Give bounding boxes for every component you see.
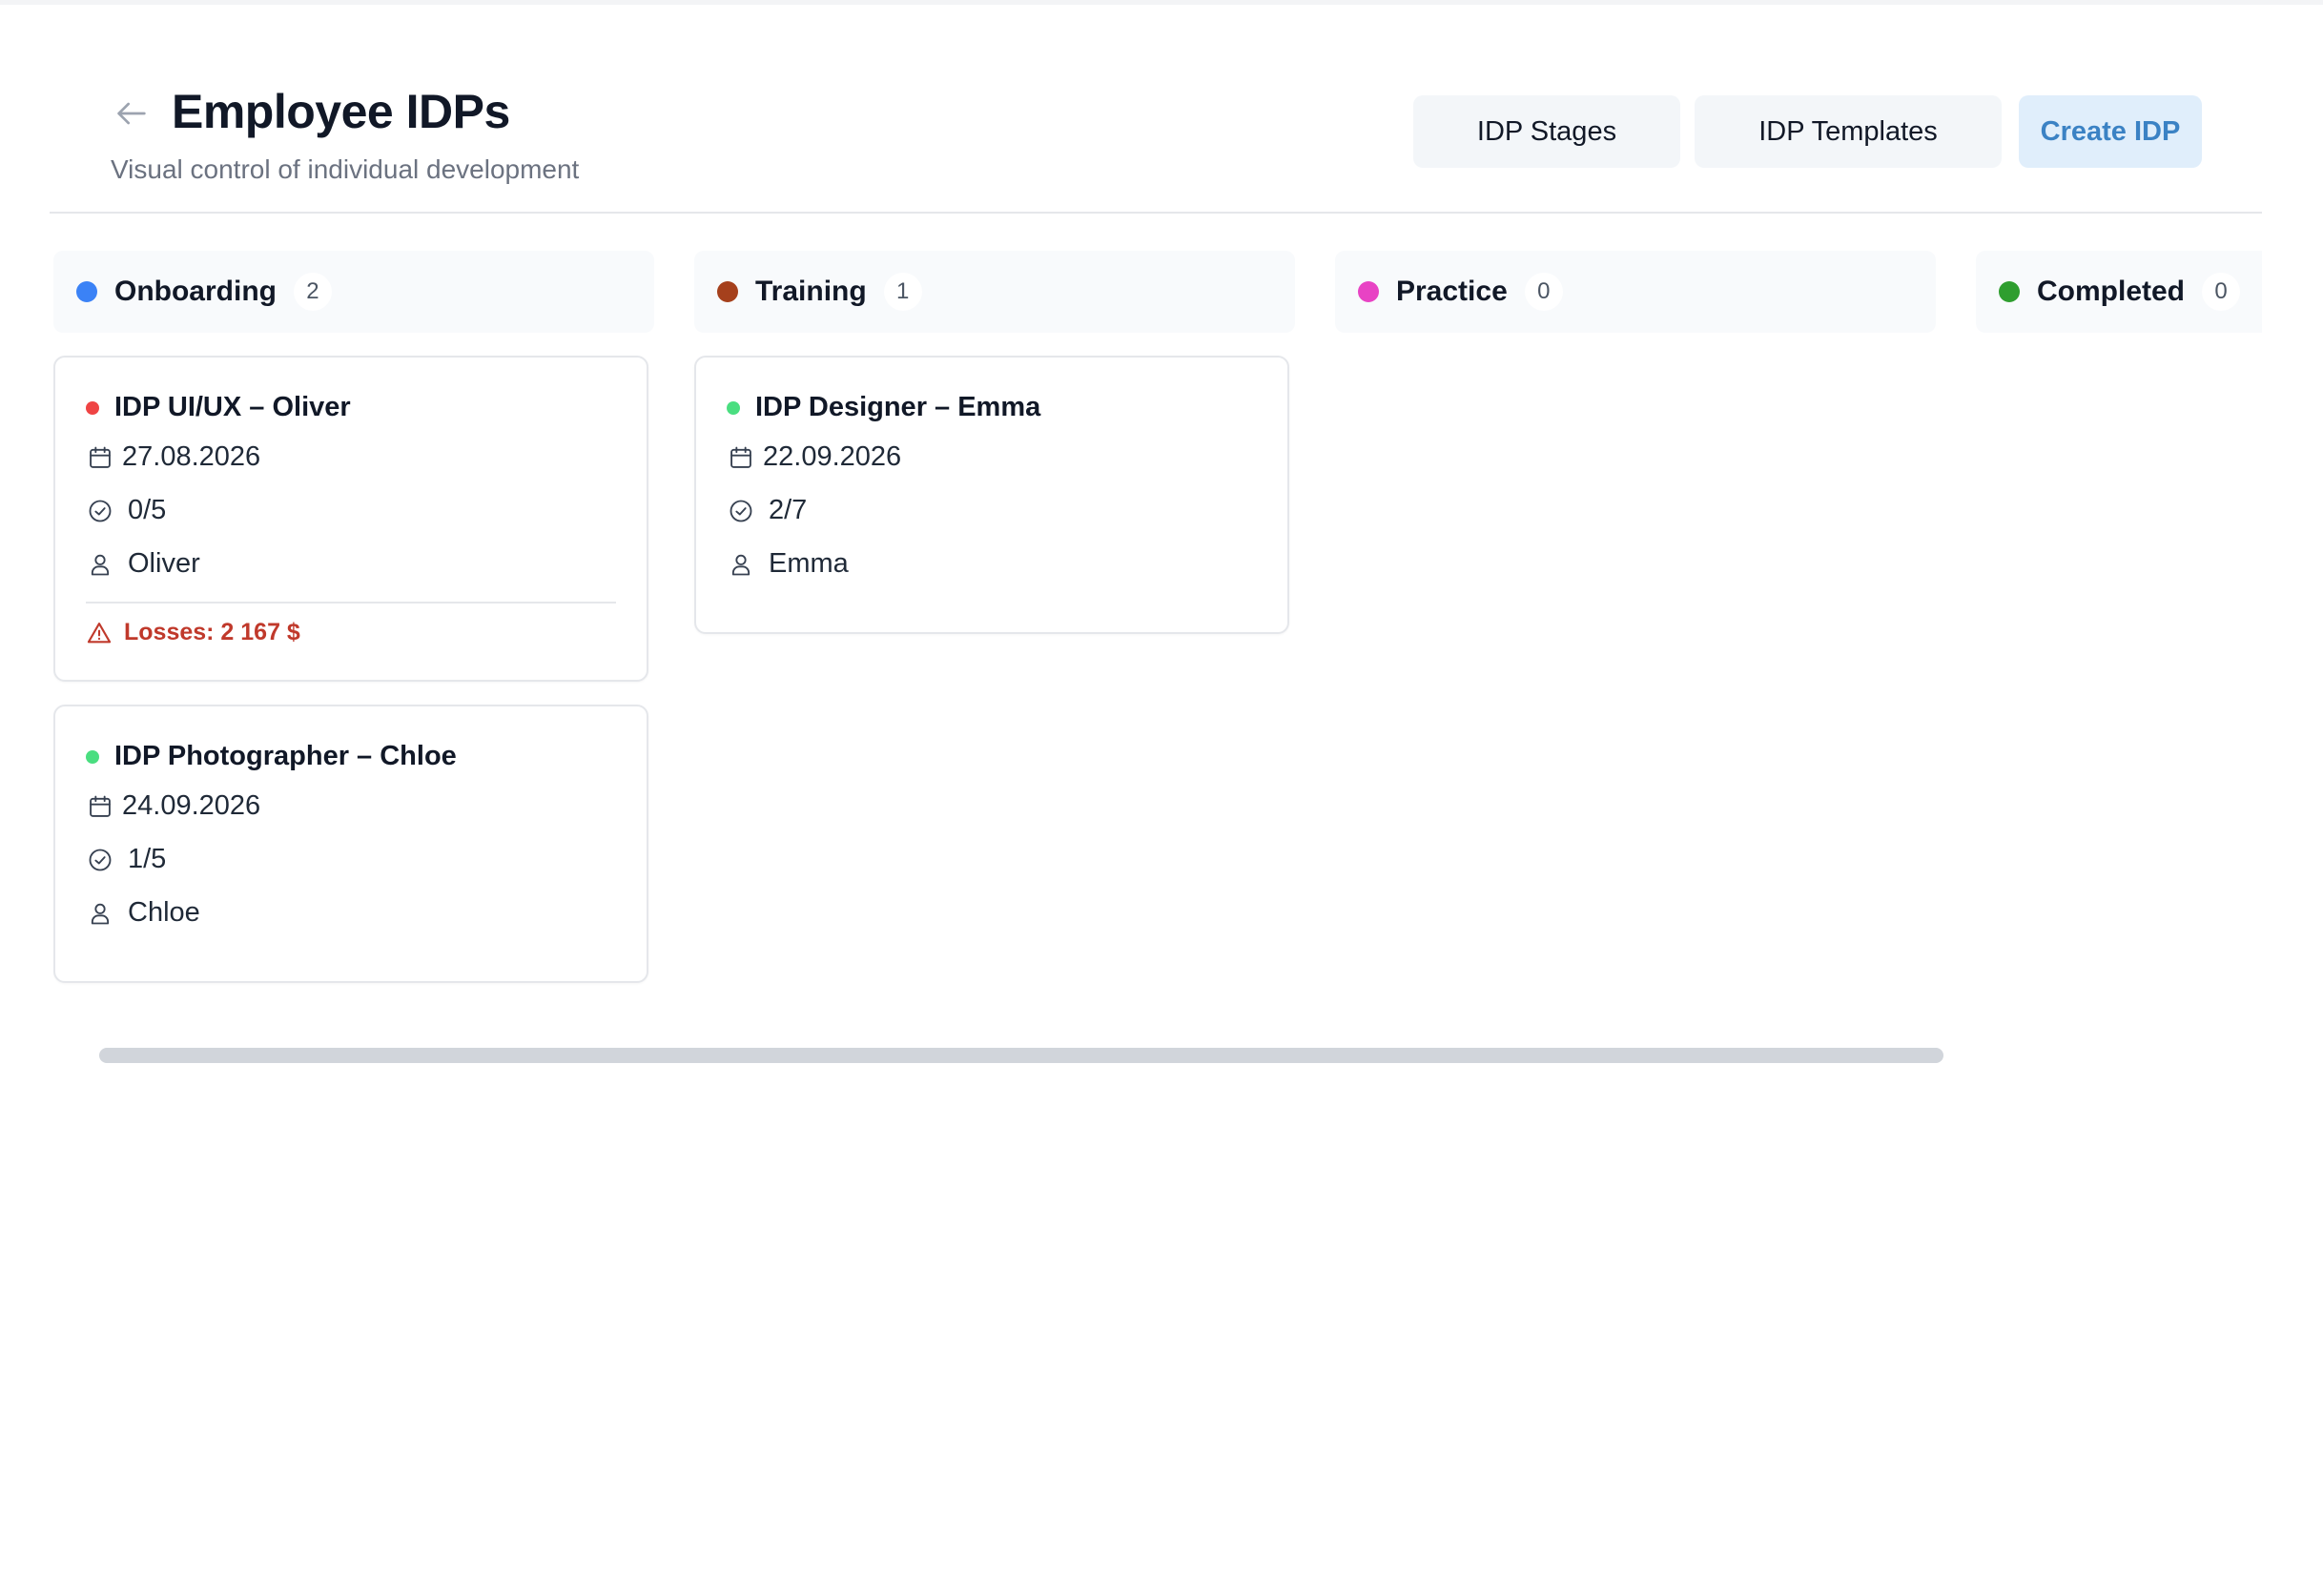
user-icon [727, 550, 755, 579]
calendar-icon [727, 443, 755, 472]
priority-dot [86, 749, 99, 764]
column-count-badge: 2 [293, 273, 332, 311]
card-assignee-value: Oliver [128, 548, 200, 579]
card-title: IDP UI/UX – Oliver [114, 392, 351, 422]
calendar-icon [86, 443, 114, 472]
card-assignee-value: Emma [769, 548, 849, 579]
page: Employee IDPs Visual control of individu… [0, 0, 2323, 1596]
column-header: Completed 0 [1976, 251, 2262, 333]
back-button[interactable] [111, 92, 153, 134]
card-date-value: 24.09.2026 [122, 790, 261, 821]
priority-dot [86, 400, 99, 415]
card-tasks: 1/5 [86, 844, 166, 875]
stage-color-dot [76, 281, 97, 302]
card-assignee: Oliver [86, 548, 200, 580]
column-header: Training 1 [694, 251, 1295, 333]
check-circle-icon [86, 497, 114, 525]
card-tasks-value: 2/7 [769, 495, 808, 525]
card-losses: Losses: 2 167 $ [86, 619, 300, 646]
card-title-row: IDP Photographer – Chloe [86, 741, 457, 772]
column-header: Onboarding 2 [53, 251, 654, 333]
card-date-value: 27.08.2026 [122, 441, 261, 472]
column-count-badge: 0 [1524, 273, 1563, 311]
column-title: Practice [1396, 276, 1508, 307]
card-tasks: 2/7 [727, 495, 807, 526]
column-count-badge: 1 [883, 273, 922, 311]
card-divider [86, 602, 616, 604]
column-title: Training [755, 276, 867, 307]
check-circle-icon [86, 846, 114, 874]
idp-templates-button[interactable]: IDP Templates [1695, 95, 2002, 168]
page-header: Employee IDPs Visual control of individu… [50, 5, 2262, 214]
card-date: 24.09.2026 [86, 790, 260, 822]
card-assignee: Emma [727, 548, 849, 580]
stage-color-dot [1358, 281, 1379, 302]
check-circle-icon [727, 497, 755, 525]
arrow-left-icon [117, 102, 146, 125]
idp-card[interactable]: IDP UI/UX – Oliver 27.08.2026 0/5 Oliver… [53, 356, 648, 682]
card-date: 27.08.2026 [86, 441, 260, 473]
card-title: IDP Photographer – Chloe [114, 741, 457, 771]
stage-color-dot [1999, 281, 2020, 302]
calendar-icon [86, 792, 114, 821]
column-completed: Completed 0 [1976, 251, 2262, 333]
column-header: Practice 0 [1335, 251, 1936, 333]
card-tasks: 0/5 [86, 495, 166, 526]
card-losses-value: Losses: 2 167 $ [124, 619, 300, 645]
board-horizontal-scrollbar[interactable] [99, 1048, 1943, 1063]
column-title: Completed [2037, 276, 2186, 307]
column-count-badge: 0 [2202, 273, 2241, 311]
card-title-row: IDP UI/UX – Oliver [86, 392, 351, 423]
card-tasks-value: 0/5 [128, 495, 167, 525]
page-subtitle: Visual control of individual development [111, 154, 580, 184]
page-title: Employee IDPs [172, 85, 510, 138]
idp-card[interactable]: IDP Designer – Emma 22.09.2026 2/7 Emma [694, 356, 1289, 634]
card-date-value: 22.09.2026 [763, 441, 902, 472]
priority-dot [727, 400, 740, 415]
create-idp-button[interactable]: Create IDP [2019, 95, 2202, 168]
column-title: Onboarding [114, 276, 277, 307]
column-training: Training 1 IDP Designer – Emma 22.09.202… [694, 251, 1295, 634]
warning-triangle-icon [86, 620, 113, 646]
idp-card[interactable]: IDP Photographer – Chloe 24.09.2026 1/5 [53, 705, 648, 983]
card-title-row: IDP Designer – Emma [727, 392, 1040, 423]
card-assignee: Chloe [86, 897, 200, 929]
card-assignee-value: Chloe [128, 897, 200, 928]
card-title: IDP Designer – Emma [755, 392, 1041, 422]
card-tasks-value: 1/5 [128, 844, 167, 874]
user-icon [86, 899, 114, 928]
user-icon [86, 550, 114, 579]
card-date: 22.09.2026 [727, 441, 901, 473]
idp-stages-button[interactable]: IDP Stages [1413, 95, 1680, 168]
kanban-board: Onboarding 2 IDP UI/UX – Oliver 27.08.20… [53, 251, 2262, 1033]
column-practice: Practice 0 [1335, 251, 1936, 333]
stage-color-dot [717, 281, 738, 302]
column-onboarding: Onboarding 2 IDP UI/UX – Oliver 27.08.20… [53, 251, 654, 983]
